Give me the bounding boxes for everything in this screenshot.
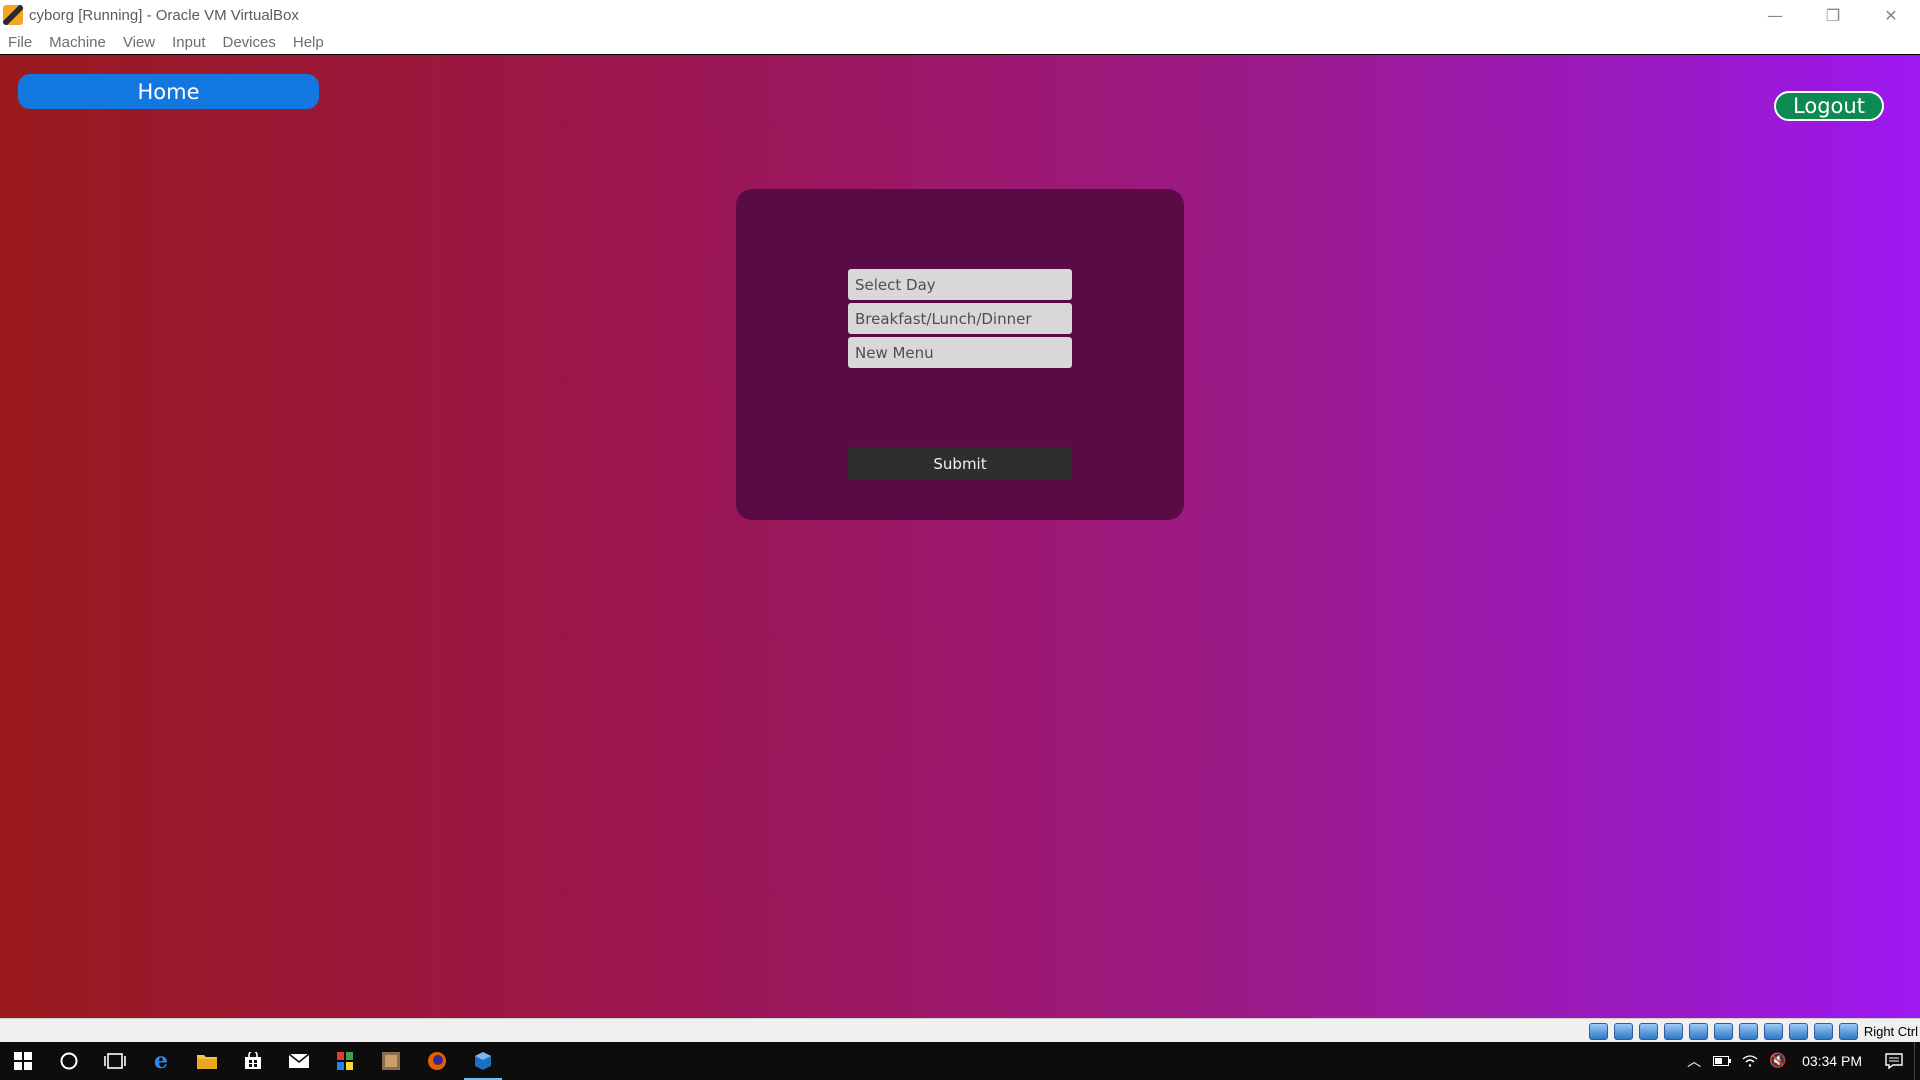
menu-view[interactable]: View <box>123 34 155 51</box>
virtualbox-icon[interactable] <box>460 1042 506 1080</box>
action-center-icon[interactable] <box>1874 1042 1914 1080</box>
terminal-app-icon[interactable] <box>368 1042 414 1080</box>
windows-start-icon[interactable] <box>0 1042 46 1080</box>
menu-bar: File Machine View Input Devices Help <box>0 30 1920 55</box>
shared-folders-icon[interactable] <box>1713 1022 1733 1040</box>
submit-button[interactable]: Submit <box>848 447 1072 480</box>
close-button[interactable]: ✕ <box>1862 0 1920 30</box>
vbox-status-icons: Right Ctrl <box>1588 1019 1920 1043</box>
minimize-button[interactable]: — <box>1746 0 1804 30</box>
network-icon[interactable] <box>1663 1022 1683 1040</box>
menu-machine[interactable]: Machine <box>49 34 106 51</box>
host-key-label: Right Ctrl <box>1863 1023 1918 1039</box>
menu-input[interactable]: Input <box>172 34 205 51</box>
window-title: cyborg [Running] - Oracle VM VirtualBox <box>29 6 299 24</box>
menu-update-form: Submit <box>736 189 1184 520</box>
optical-drive-icon[interactable] <box>1613 1022 1633 1040</box>
menu-file[interactable]: File <box>8 34 32 51</box>
logout-button[interactable]: Logout <box>1774 91 1884 121</box>
virtualbox-app-icon <box>3 5 23 25</box>
cpu-icon[interactable] <box>1788 1022 1808 1040</box>
restore-button[interactable]: ❐ <box>1804 0 1862 30</box>
file-explorer-icon[interactable] <box>184 1042 230 1080</box>
store-icon[interactable] <box>230 1042 276 1080</box>
vbox-status-bar: Right Ctrl <box>0 1018 1920 1042</box>
window-controls: — ❐ ✕ <box>1746 0 1920 30</box>
system-tray: ︿ 🔇 03:34 PM <box>1680 1042 1920 1080</box>
mouse-integration-icon[interactable] <box>1813 1022 1833 1040</box>
select-day-input[interactable] <box>848 269 1072 300</box>
new-menu-input[interactable] <box>848 337 1072 368</box>
chevron-up-icon[interactable]: ︿ <box>1680 1051 1708 1071</box>
vm-display: Home Logout Submit <box>0 55 1920 1018</box>
show-desktop-button[interactable] <box>1914 1042 1920 1080</box>
firefox-icon[interactable] <box>414 1042 460 1080</box>
cortana-search-icon[interactable] <box>46 1042 92 1080</box>
meal-type-input[interactable] <box>848 303 1072 334</box>
audio-icon[interactable] <box>1638 1022 1658 1040</box>
battery-icon[interactable] <box>1708 1056 1736 1066</box>
menu-devices[interactable]: Devices <box>223 34 276 51</box>
task-view-icon[interactable] <box>92 1042 138 1080</box>
wifi-icon[interactable] <box>1736 1055 1764 1067</box>
hard-disk-icon[interactable] <box>1588 1022 1608 1040</box>
menu-help[interactable]: Help <box>293 34 324 51</box>
keyboard-icon[interactable] <box>1838 1022 1858 1040</box>
home-button[interactable]: Home <box>18 74 319 109</box>
tiles-app-icon[interactable] <box>322 1042 368 1080</box>
window-titlebar: cyborg [Running] - Oracle VM VirtualBox … <box>0 0 1920 30</box>
display-icon[interactable] <box>1738 1022 1758 1040</box>
volume-muted-icon[interactable]: 🔇 <box>1764 1053 1792 1069</box>
edge-icon[interactable]: e <box>138 1042 184 1080</box>
usb-icon[interactable] <box>1688 1022 1708 1040</box>
windows-taskbar: e ︿ 🔇 03:34 PM <box>0 1042 1920 1080</box>
video-capture-icon[interactable] <box>1763 1022 1783 1040</box>
mail-icon[interactable] <box>276 1042 322 1080</box>
clock[interactable]: 03:34 PM <box>1802 1053 1862 1069</box>
